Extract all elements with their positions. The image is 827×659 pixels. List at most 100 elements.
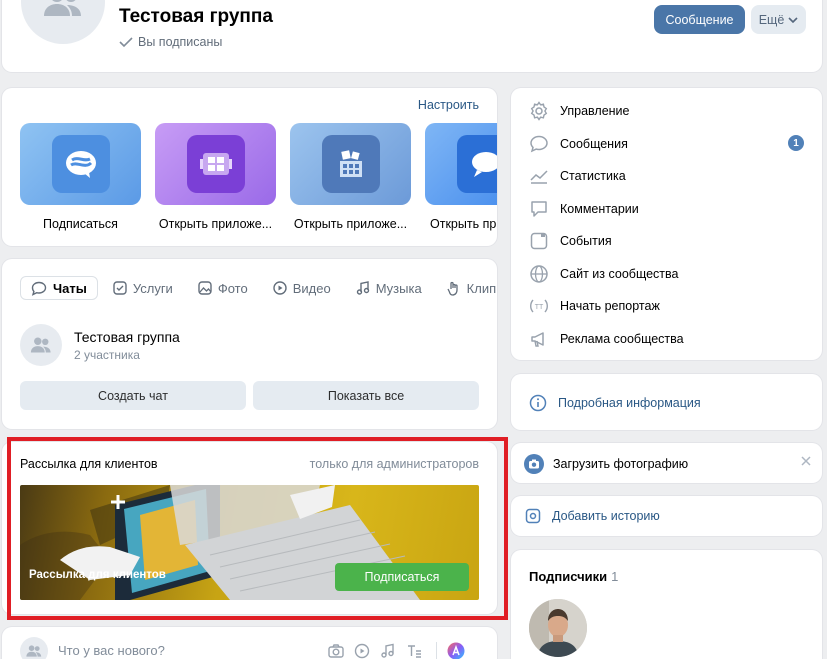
- music-icon[interactable]: [380, 643, 396, 659]
- tab-clips[interactable]: Клипы: [437, 276, 497, 300]
- text-format-icon[interactable]: [406, 643, 422, 659]
- admin-only-note: только для администраторов: [309, 457, 479, 471]
- tab-music[interactable]: Музыка: [346, 276, 432, 300]
- post-composer: Что у вас нового?: [2, 627, 497, 659]
- app-blocks-icon: [321, 135, 380, 193]
- more-button-label: Ещё: [758, 12, 785, 27]
- menu-item-events[interactable]: События: [529, 231, 612, 251]
- menu-label: Реклама сообщества: [560, 332, 684, 346]
- events-icon: [530, 232, 548, 250]
- chat-name: Тестовая группа: [74, 328, 180, 345]
- messages-count-badge: 1: [788, 135, 804, 151]
- globe-icon: [530, 265, 548, 283]
- message-icon: [530, 135, 548, 153]
- gear-icon: [530, 101, 548, 121]
- menu-item-site[interactable]: Сайт из сообщества: [529, 264, 678, 284]
- menu-item-ads[interactable]: Реклама сообщества: [529, 329, 684, 349]
- subscribers-count: 1: [611, 569, 619, 584]
- banner-text: Рассылка для клиентов: [29, 569, 166, 581]
- music-icon: [356, 281, 369, 295]
- app-tile: [425, 123, 497, 205]
- app-label: Подписаться: [43, 217, 118, 231]
- subscription-status-label: Вы подписаны: [138, 35, 223, 49]
- subscribers-title-label: Подписчики: [529, 569, 608, 584]
- community-icon: [44, 0, 81, 16]
- tab-label: Фото: [217, 280, 248, 296]
- mailing-subscribe-button[interactable]: Подписаться: [335, 563, 469, 591]
- add-story-button[interactable]: Добавить историю: [525, 508, 660, 524]
- live-icon: TT: [530, 299, 548, 313]
- subscriber-avatar[interactable]: [529, 599, 587, 657]
- app-tile: [290, 123, 411, 205]
- more-button[interactable]: Ещё: [751, 5, 806, 34]
- menu-item-comments[interactable]: Комментарии: [529, 199, 639, 219]
- tab-services[interactable]: Услуги: [103, 276, 183, 300]
- tab-label: Клипы: [466, 280, 497, 296]
- close-icon[interactable]: [800, 455, 812, 467]
- info-block: Подробная информация: [511, 374, 822, 430]
- check-icon: [119, 37, 133, 48]
- megaphone-icon: [531, 332, 544, 347]
- photo-icon: [198, 281, 212, 295]
- chat-item[interactable]: Тестовая группа 2 участника: [20, 324, 180, 366]
- message-button[interactable]: Сообщение: [654, 5, 745, 34]
- app-item[interactable]: Открыть приложе...: [290, 123, 411, 231]
- post-input[interactable]: Что у вас нового?: [58, 643, 165, 658]
- chevron-down-icon: [788, 16, 798, 23]
- community-icon: [30, 337, 51, 353]
- stats-icon: [530, 170, 548, 184]
- menu-label: События: [560, 234, 612, 248]
- app-item[interactable]: Открыть при: [425, 123, 497, 231]
- apps-block: Настроить Подписаться Открыть приложе...…: [2, 88, 497, 246]
- menu-label: Комментарии: [560, 202, 639, 216]
- app-label: Открыть при: [430, 217, 497, 231]
- story-block: Добавить историю: [511, 496, 822, 536]
- menu-label: Статистика: [560, 169, 626, 183]
- story-icon: [525, 508, 541, 524]
- app-item[interactable]: Открыть приложе...: [155, 123, 276, 231]
- subscribers-title[interactable]: Подписчики 1: [529, 569, 618, 584]
- menu-label: Начать репортаж: [560, 299, 660, 313]
- menu-item-live[interactable]: TT Начать репортаж: [529, 296, 660, 316]
- app-label: Открыть приложе...: [158, 217, 273, 231]
- group-avatar[interactable]: [21, 0, 105, 44]
- services-icon: [113, 281, 127, 295]
- comment-icon: [531, 201, 547, 217]
- menu-label: Сообщения: [560, 137, 628, 151]
- upload-photo-block: Загрузить фотографию: [511, 443, 822, 483]
- configure-apps-link[interactable]: Настроить: [418, 98, 479, 112]
- subscribe-bubble-icon: [51, 135, 110, 193]
- app-grid-icon: [186, 135, 245, 193]
- menu-item-messages[interactable]: Сообщения: [529, 134, 628, 154]
- upload-photo-button[interactable]: Загрузить фотографию: [524, 454, 688, 474]
- page-title: Тестовая группа: [119, 6, 273, 27]
- composer-tools: [328, 642, 465, 659]
- subscription-status[interactable]: Вы подписаны: [119, 35, 222, 49]
- show-all-button[interactable]: Показать все: [253, 381, 479, 410]
- app-item[interactable]: Подписаться: [20, 123, 141, 231]
- chat-members: 2 участника: [74, 347, 140, 362]
- tab-video[interactable]: Видео: [263, 276, 341, 300]
- clips-icon: [447, 281, 458, 296]
- app-label: Открыть приложе...: [293, 217, 408, 231]
- create-chat-button[interactable]: Создать чат: [20, 381, 246, 410]
- tab-chats[interactable]: Чаты: [20, 276, 98, 300]
- menu-item-manage[interactable]: Управление: [529, 101, 630, 121]
- video-icon: [273, 281, 287, 295]
- camera-icon[interactable]: [328, 643, 344, 659]
- tab-label: Услуги: [132, 280, 173, 296]
- detailed-info-link[interactable]: Подробная информация: [529, 394, 701, 412]
- composer-avatar: [20, 637, 48, 659]
- subscribers-block: Подписчики 1: [511, 550, 822, 659]
- camera-icon: [524, 454, 544, 474]
- tab-photo[interactable]: Фото: [188, 276, 258, 300]
- mailing-banner[interactable]: Рассылка для клиентов Подписаться: [20, 485, 479, 600]
- info-label: Подробная информация: [558, 396, 701, 410]
- mailing-block: Рассылка для клиентов только для админис…: [2, 442, 497, 614]
- ai-assistant-icon[interactable]: [447, 642, 465, 659]
- video-icon[interactable]: [354, 643, 370, 659]
- chat-icon: [31, 281, 47, 296]
- menu-item-statistics[interactable]: Статистика: [529, 166, 626, 186]
- tab-label: Видео: [292, 280, 331, 296]
- admin-menu: Управление Сообщения 1 Статистика Коммен…: [511, 88, 822, 360]
